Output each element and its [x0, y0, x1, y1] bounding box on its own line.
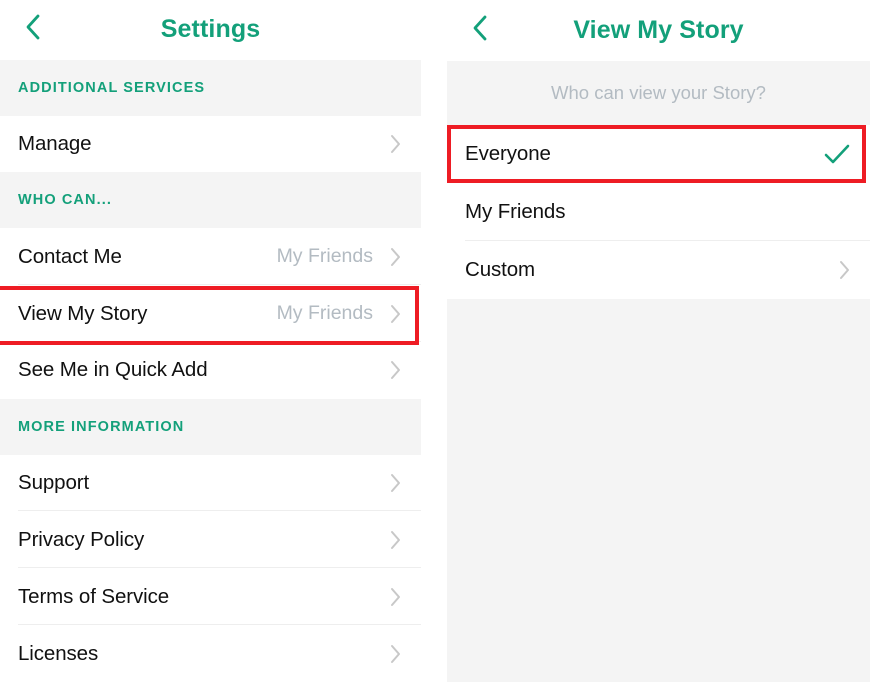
row-value-view-my-story: My Friends — [276, 302, 373, 325]
back-button[interactable] — [16, 13, 50, 47]
settings-row-see-me-in-quick-add[interactable]: See Me in Quick Add — [0, 341, 421, 399]
settings-screen: Settings ADDITIONAL SERVICES Manage WHO … — [0, 0, 421, 682]
chevron-right-icon — [387, 641, 403, 667]
option-row-my-friends[interactable]: My Friends — [447, 183, 870, 241]
settings-navbar: Settings — [0, 0, 421, 60]
view-my-story-screen: View My Story Who can view your Story? E… — [447, 0, 870, 682]
chevron-right-icon — [387, 244, 403, 270]
chevron-right-icon — [387, 131, 403, 157]
view-my-story-navbar: View My Story — [447, 0, 870, 61]
section-header-more-information: MORE INFORMATION — [0, 398, 421, 455]
chevron-right-icon — [387, 527, 403, 553]
row-value-contact-me: My Friends — [276, 245, 373, 268]
option-row-custom[interactable]: Custom — [447, 241, 870, 299]
chevron-left-icon — [23, 12, 43, 47]
page-title: View My Story — [573, 16, 744, 44]
section-header-who-can: WHO CAN... — [0, 172, 421, 229]
settings-row-manage[interactable]: Manage — [0, 115, 421, 173]
right-panel-filler — [447, 299, 870, 682]
settings-row-support[interactable]: Support — [0, 454, 421, 512]
chevron-left-icon — [470, 13, 490, 48]
check-icon — [822, 139, 852, 169]
section-header-additional-services: ADDITIONAL SERVICES — [0, 59, 421, 116]
dual-screenshot-container: Settings ADDITIONAL SERVICES Manage WHO … — [0, 0, 870, 682]
back-button[interactable] — [463, 14, 497, 48]
prompt-who-can-view: Who can view your Story? — [447, 61, 870, 125]
chevron-right-icon — [387, 301, 403, 327]
panel-gap — [421, 0, 447, 682]
settings-row-privacy-policy[interactable]: Privacy Policy — [0, 511, 421, 569]
option-row-everyone[interactable]: Everyone — [447, 125, 870, 183]
settings-row-contact-me[interactable]: Contact Me My Friends — [0, 228, 421, 286]
settings-row-terms-of-service[interactable]: Terms of Service — [0, 568, 421, 626]
settings-row-view-my-story[interactable]: View My Story My Friends — [0, 285, 421, 342]
chevron-right-icon — [387, 584, 403, 610]
page-title: Settings — [160, 15, 261, 44]
settings-row-licenses[interactable]: Licenses — [0, 625, 421, 682]
chevron-right-icon — [836, 257, 852, 283]
chevron-right-icon — [387, 357, 403, 383]
chevron-right-icon — [387, 470, 403, 496]
